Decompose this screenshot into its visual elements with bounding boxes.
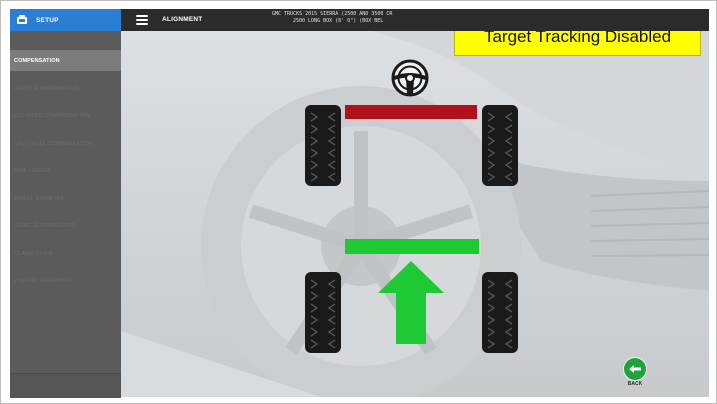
setup-label: SETUP	[36, 16, 59, 24]
sidebar-item-vehicle-dimensions[interactable]: VEHICLE DIMENSIONS	[10, 213, 121, 241]
back-button[interactable]	[624, 358, 646, 380]
target-tracking-banner: Target Tracking Disabled	[454, 31, 701, 56]
sidebar-item-split-roll-compensation[interactable]: SPLIT ROLL COMPENSATION	[10, 130, 121, 158]
page-title: ALIGNMENT	[162, 16, 203, 23]
rear-axle-bar	[345, 239, 479, 254]
tire-rear-left	[305, 272, 341, 353]
setup-header[interactable]: SETUP	[10, 9, 121, 31]
tire-rear-right	[482, 272, 518, 353]
vehicle-line-1: GMC TRUCKS 2015 SIERRA (2500 AND 3500 CR	[272, 11, 393, 17]
forward-arrow-icon	[378, 261, 444, 344]
front-axle-bar	[345, 105, 477, 119]
setup-gear-icon	[16, 14, 28, 26]
steering-wheel-icon	[391, 59, 429, 97]
main-panel: Target Tracking Disabled BACK	[121, 31, 709, 397]
hamburger-menu-icon[interactable]	[136, 15, 148, 25]
tire-front-right	[482, 105, 518, 186]
sidebar-item-vehicle-information[interactable]: VEHICLE INFORMATION	[10, 75, 121, 103]
sidebar: SETUP COMPENSATION VEHICLE INFORMATION E…	[10, 9, 121, 398]
vehicle-line-2: 2500 LONG BOX (8' 0") (BOX BEL	[293, 18, 384, 24]
sidebar-item-ride-height[interactable]: RIDE HEIGHT	[10, 158, 121, 186]
sidebar-footer	[10, 373, 121, 398]
tire-front-left	[305, 105, 341, 186]
vehicle-description: GMC TRUCKS 2015 SIERRA (2500 AND 3500 CR…	[272, 11, 450, 25]
sidebar-item-wheel-diameter[interactable]: WHEEL DIAMETER	[10, 185, 121, 213]
back-label[interactable]: BACK	[617, 381, 653, 387]
sidebar-item-elevated-compensation[interactable]: ELEVATED COMPENSATION	[10, 103, 121, 131]
alignment-diagram	[305, 59, 518, 353]
top-bar: ALIGNMENT GMC TRUCKS 2015 SIERRA (2500 A…	[121, 9, 709, 31]
sidebar-item-2-wheel-alignment[interactable]: 2 WHEEL ALIGNMENT	[10, 268, 121, 296]
app-frame: SETUP COMPENSATION VEHICLE INFORMATION E…	[0, 0, 717, 404]
back-arrow-icon	[628, 364, 642, 374]
sidebar-item-compensation[interactable]: COMPENSATION	[10, 50, 121, 71]
sidebar-menu: COMPENSATION VEHICLE INFORMATION ELEVATE…	[10, 50, 121, 295]
sidebar-item-clamp-style[interactable]: CLAMP STYLE	[10, 240, 121, 268]
